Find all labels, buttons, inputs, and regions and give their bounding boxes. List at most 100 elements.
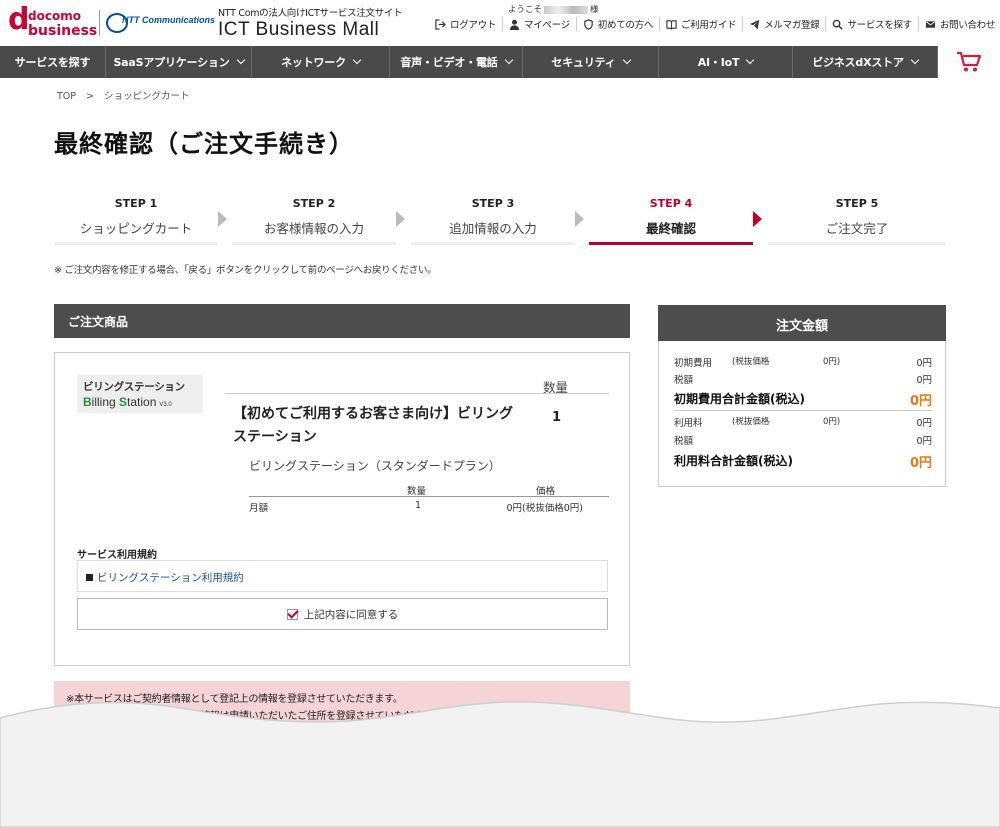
initial-fee-label: 初期費用	[674, 358, 713, 369]
cart-icon	[957, 51, 982, 72]
initial-fee-row: 初期費用 (税抜価格 0円) 0円	[674, 355, 932, 369]
nav-saas[interactable]: SaaSアプリケーション	[106, 46, 252, 78]
util-first-time-label: 初めての方へ	[597, 20, 654, 31]
usage-fee-row: 利用料 (税抜価格 0円) 0円	[674, 415, 932, 429]
util-logout[interactable]: ログアウト	[435, 17, 502, 31]
step-1: STEP 1 ショッピングカート	[54, 193, 218, 245]
terms-link-box: ビリングステーション利用規約	[77, 560, 608, 592]
plan-col-qty: 数量	[407, 486, 427, 497]
initial-total-row: 初期費用合計金額(税込) 0円	[674, 390, 932, 409]
initial-tax-label: 税額	[674, 375, 694, 386]
step-arrow-icon	[575, 211, 584, 227]
plan-row-item: 月額	[249, 503, 269, 514]
step-arrow-icon	[396, 211, 405, 227]
welcome-prefix: ようこそ	[508, 5, 543, 15]
initial-total-value: 0円	[909, 394, 932, 409]
usage-tax-row: 税額 0円	[674, 433, 932, 447]
chevron-down-icon	[746, 55, 755, 65]
usage-fee-note: (税抜価格	[732, 417, 770, 427]
step-2: STEP 2 お客様情報の入力	[232, 193, 396, 245]
ntt-wordmark: NTT Communications	[122, 15, 216, 25]
business-wordmark: business	[28, 23, 98, 39]
util-newsletter-label: メルマガ登録	[764, 20, 820, 31]
step-4-number: STEP 4	[649, 197, 693, 210]
agree-checkbox[interactable]	[286, 608, 298, 620]
divider	[225, 393, 609, 394]
nav-bizdx-label: ビジネスdXストア	[812, 56, 904, 69]
step-4-current: STEP 4 最終確認	[589, 193, 753, 245]
initial-tax-value: 0円	[916, 375, 932, 386]
nav-find-service[interactable]: サービスを探す	[0, 46, 106, 78]
user-icon	[509, 19, 520, 30]
terms-link[interactable]: ビリングステーション利用規約	[97, 572, 244, 584]
util-guide[interactable]: ご利用ガイド	[659, 17, 742, 31]
shield-icon	[584, 18, 593, 30]
util-search[interactable]: サービスを探す	[825, 17, 917, 31]
mail-icon	[925, 20, 935, 28]
order-items-heading: ご注文商品	[54, 304, 630, 338]
nav-voice[interactable]: 音声・ビデオ・電話	[390, 46, 523, 78]
util-mypage[interactable]: マイページ	[502, 17, 576, 31]
breadcrumb: TOP > ショッピングカート	[57, 88, 200, 102]
agree-label: 上記内容に同意する	[303, 608, 399, 621]
utility-nav: ログアウト マイページ 初めての方へ ご利用ガイド メルマガ登録 サービスを探す…	[435, 16, 1000, 32]
util-first-time[interactable]: 初めての方へ	[575, 17, 659, 31]
usage-total-row: 利用料合計金額(税込) 0円	[674, 452, 932, 471]
logo-en-illing: illing	[91, 395, 120, 409]
usage-tax-value: 0円	[916, 436, 932, 447]
step-arrow-icon	[753, 211, 762, 227]
nav-security[interactable]: セキュリティ	[523, 46, 659, 78]
chevron-down-icon	[504, 55, 513, 65]
order-total-heading: 注文金額	[658, 305, 946, 341]
logo-version: V3.0	[159, 402, 172, 408]
nav-network[interactable]: ネットワーク	[252, 46, 390, 78]
site-title[interactable]: ICT Business Mall	[218, 19, 379, 41]
util-logout-label: ログアウト	[450, 20, 497, 31]
site-header: d docomo business NTT Communications NTT…	[0, 0, 1000, 46]
breadcrumb-home[interactable]: TOP	[57, 91, 76, 102]
step-3-number: STEP 3	[471, 197, 515, 210]
page-title: 最終確認（ご注文手続き）	[54, 130, 354, 158]
plan-row-qty: 1	[415, 500, 422, 511]
plan-row-price: 0円(税抜価格0円)	[506, 503, 583, 514]
initial-total-label: 初期費用合計金額(税込)	[674, 392, 805, 406]
step-3-label: 追加情報の入力	[449, 221, 537, 236]
welcome-suffix: 様	[590, 5, 599, 15]
chevron-down-icon	[352, 55, 362, 65]
step-4-label: 最終確認	[645, 221, 696, 236]
util-contact[interactable]: お問い合わせ	[917, 17, 1000, 31]
step-5-number: STEP 5	[835, 197, 879, 210]
chevron-down-icon	[622, 55, 631, 65]
initial-tax-row: 税額 0円	[674, 372, 932, 386]
usage-fee-label: 利用料	[674, 418, 703, 429]
initial-fee-note: (税抜価格	[732, 357, 770, 367]
chevron-down-icon	[910, 55, 920, 65]
usage-fee-note-value: 0円)	[823, 417, 841, 427]
cart-button[interactable]	[938, 46, 1000, 78]
step-3: STEP 3 追加情報の入力	[411, 193, 575, 245]
nav-bizdx[interactable]: ビジネスdXストア	[793, 46, 938, 78]
util-contact-label: お問い合わせ	[939, 20, 996, 31]
breadcrumb-separator: >	[86, 91, 94, 102]
nav-security-label: セキュリティ	[551, 56, 616, 69]
paper-plane-icon	[750, 19, 760, 29]
divider	[674, 410, 932, 411]
welcome-message: ようこそ 様	[508, 3, 599, 15]
chevron-down-icon	[236, 55, 245, 65]
agree-checkbox-row[interactable]: 上記内容に同意する	[77, 598, 608, 630]
logo-divider	[99, 10, 100, 36]
util-guide-label: ご利用ガイド	[681, 20, 737, 31]
util-newsletter[interactable]: メルマガ登録	[742, 17, 825, 31]
nav-ai-iot[interactable]: AI・IoT	[659, 46, 793, 78]
usage-total-value: 0円	[909, 456, 932, 471]
nav-network-label: ネットワーク	[281, 56, 346, 69]
docomo-business-logo[interactable]: d docomo business	[8, 4, 98, 42]
plan-price-table: 数量 価格 月額 1 0円(税抜価格0円)	[249, 483, 609, 515]
logo-en-b: B	[83, 395, 92, 409]
blurred-username	[544, 5, 589, 14]
step-2-number: STEP 2	[292, 197, 336, 210]
usage-fee-value: 0円	[916, 418, 932, 429]
logout-icon	[435, 18, 446, 30]
docomo-wordmark: docomo	[28, 9, 81, 23]
order-items-panel: ビリングステーション Billing Station V3.0 数量 【初めてご利…	[54, 352, 630, 666]
